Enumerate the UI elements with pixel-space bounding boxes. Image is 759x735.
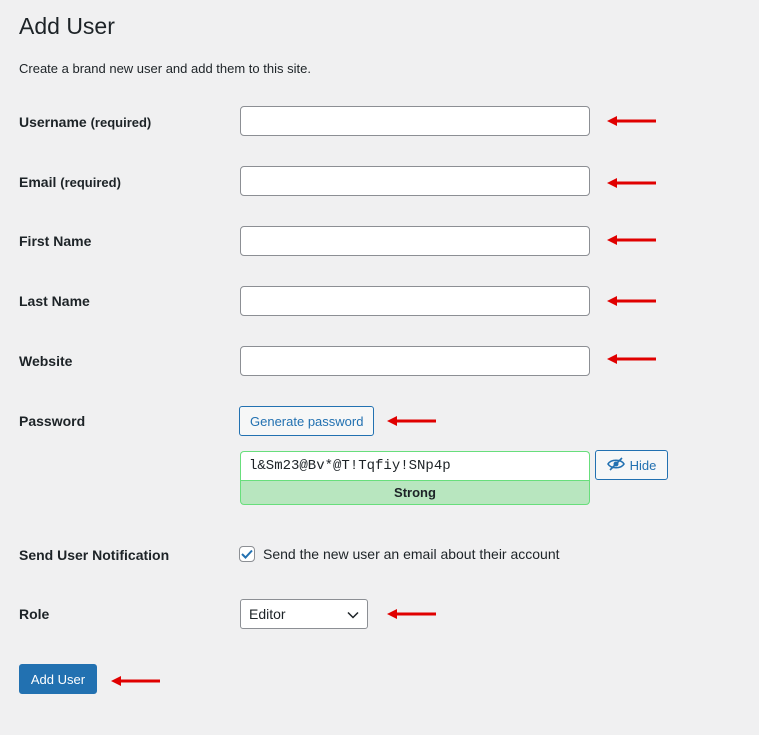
email-label: Email (required) — [19, 174, 121, 190]
arrow-left-icon — [607, 354, 657, 364]
last-name-input[interactable] — [240, 286, 590, 316]
password-strength-indicator: Strong — [240, 480, 590, 505]
generate-password-button[interactable]: Generate password — [239, 406, 375, 436]
last-name-label: Last Name — [19, 293, 90, 309]
add-user-button[interactable]: Add User — [19, 664, 97, 694]
add-user-page: Add User Create a brand new user and add… — [0, 0, 759, 735]
username-input[interactable] — [240, 106, 590, 136]
hide-password-button[interactable]: Hide — [595, 450, 668, 480]
arrow-left-icon — [607, 296, 657, 306]
arrow-left-icon — [607, 178, 657, 188]
website-input[interactable] — [240, 346, 590, 376]
website-label: Website — [19, 353, 73, 369]
arrow-left-icon — [387, 609, 437, 619]
hide-button-label: Hide — [629, 457, 657, 473]
page-description: Create a brand new user and add them to … — [19, 61, 311, 76]
notification-checkbox[interactable] — [239, 546, 255, 562]
arrow-left-icon — [387, 416, 437, 426]
first-name-input[interactable] — [240, 226, 590, 256]
arrow-left-icon — [607, 235, 657, 245]
notification-label: Send User Notification — [19, 547, 170, 563]
role-select[interactable]: Editor — [240, 599, 368, 629]
chevron-down-icon — [347, 606, 359, 622]
password-label: Password — [19, 413, 86, 429]
eye-slash-icon — [606, 456, 625, 474]
page-title: Add User — [19, 13, 115, 39]
arrow-left-icon — [607, 116, 657, 126]
checkmark-icon — [241, 549, 253, 559]
role-label: Role — [19, 606, 50, 622]
notification-checkbox-label: Send the new user an email about their a… — [263, 546, 560, 562]
password-field-group: Strong — [240, 451, 590, 505]
username-label: Username (required) — [19, 114, 152, 130]
role-selected-value: Editor — [249, 606, 286, 622]
email-input[interactable] — [240, 166, 590, 196]
notification-option: Send the new user an email about their a… — [239, 546, 560, 562]
arrow-left-icon — [111, 676, 161, 686]
first-name-label: First Name — [19, 233, 92, 249]
password-input[interactable] — [240, 451, 590, 480]
